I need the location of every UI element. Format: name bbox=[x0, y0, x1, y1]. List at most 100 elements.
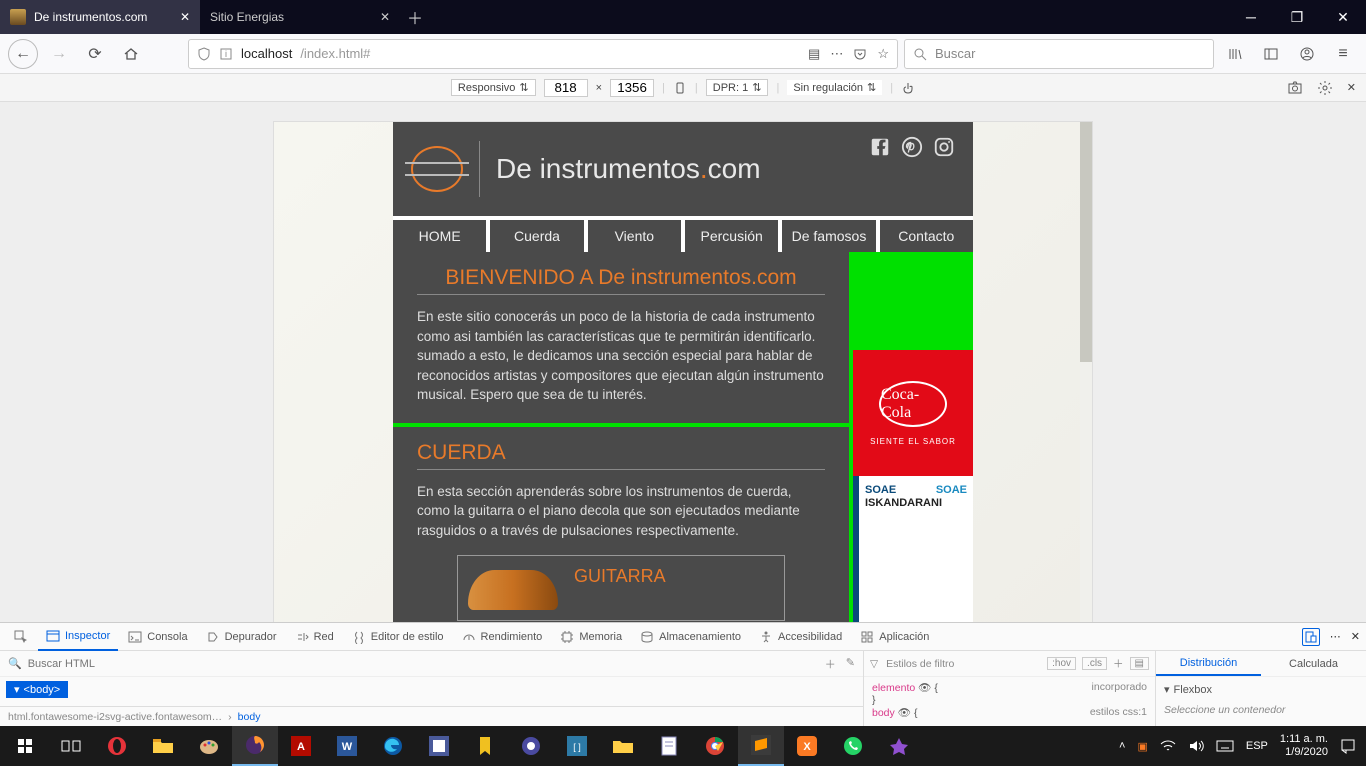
tab-application[interactable]: Aplicación bbox=[852, 623, 937, 651]
tab-network[interactable]: Red bbox=[287, 623, 342, 651]
sidebar-icon[interactable] bbox=[1256, 39, 1286, 69]
close-tab-icon[interactable]: ✕ bbox=[380, 10, 390, 24]
nav-viento[interactable]: Viento bbox=[588, 220, 681, 252]
tray-keyboard-icon[interactable] bbox=[1216, 740, 1234, 752]
nav-home[interactable]: HOME bbox=[393, 220, 486, 252]
app-generic-icon[interactable] bbox=[416, 726, 462, 766]
print-media-icon[interactable]: ▤ bbox=[1130, 657, 1149, 670]
pinterest-icon[interactable] bbox=[901, 136, 923, 158]
responsive-mode-icon[interactable] bbox=[1302, 628, 1320, 646]
tray-xampp-icon[interactable]: ▣ bbox=[1137, 740, 1147, 753]
start-button[interactable] bbox=[2, 726, 48, 766]
new-tab-button[interactable]: ＋ bbox=[400, 0, 430, 34]
selected-node[interactable]: ▾ <body> bbox=[6, 681, 68, 698]
app-word-icon[interactable]: W bbox=[324, 726, 370, 766]
home-button[interactable] bbox=[116, 39, 146, 69]
dom-search-input[interactable] bbox=[28, 658, 819, 670]
search-bar[interactable]: Buscar bbox=[904, 39, 1214, 69]
tab-console[interactable]: Consola bbox=[120, 623, 195, 651]
app-acrobat-icon[interactable]: A bbox=[278, 726, 324, 766]
viewport-width-input[interactable] bbox=[544, 79, 588, 97]
reader-icon[interactable]: ▤ bbox=[808, 46, 820, 62]
close-window-button[interactable]: ✕ bbox=[1320, 0, 1366, 34]
add-icon[interactable]: ＋ bbox=[825, 656, 836, 672]
hov-toggle[interactable]: :hov bbox=[1047, 657, 1076, 670]
nav-cuerda[interactable]: Cuerda bbox=[490, 220, 583, 252]
picker-icon[interactable] bbox=[6, 623, 36, 651]
dpr-select[interactable]: DPR: 1 ⇅ bbox=[706, 79, 769, 96]
tab-debugger[interactable]: Depurador bbox=[198, 623, 285, 651]
instagram-icon[interactable] bbox=[933, 136, 955, 158]
tray-chevron-icon[interactable]: ˄ bbox=[1119, 740, 1125, 752]
tray-wifi-icon[interactable] bbox=[1160, 739, 1176, 753]
app-paint-icon[interactable] bbox=[186, 726, 232, 766]
app-explorer-icon[interactable] bbox=[140, 726, 186, 766]
styles-filter[interactable]: Estilos de filtro bbox=[886, 658, 954, 670]
meatballs-icon[interactable]: ⋯ bbox=[830, 46, 843, 62]
device-scrollbar[interactable] bbox=[1080, 122, 1092, 622]
cls-toggle[interactable]: .cls bbox=[1082, 657, 1107, 670]
minimize-button[interactable]: ─ bbox=[1228, 0, 1274, 34]
app-brackets-icon[interactable]: [ ] bbox=[554, 726, 600, 766]
tab-performance[interactable]: Rendimiento bbox=[454, 623, 551, 651]
library-icon[interactable] bbox=[1220, 39, 1250, 69]
settings-icon[interactable] bbox=[1317, 80, 1333, 96]
tab-computed[interactable]: Calculada bbox=[1261, 651, 1366, 676]
app-explorer-icon[interactable] bbox=[600, 726, 646, 766]
app-chrome-icon[interactable] bbox=[692, 726, 738, 766]
tray-clock[interactable]: 1:11 a. m. 1/9/2020 bbox=[1280, 733, 1328, 759]
ad-soae[interactable]: SOAESOAE ISKANDARANI bbox=[853, 476, 973, 622]
throttle-select[interactable]: Sin regulación ⇅ bbox=[787, 80, 882, 95]
url-bar[interactable]: i localhost/index.html# ▤ ⋯ ☆ bbox=[188, 39, 898, 69]
tab-inspector[interactable]: Inspector bbox=[38, 623, 118, 651]
meatballs-icon[interactable]: ⋯ bbox=[1330, 630, 1341, 643]
tab-style-editor[interactable]: Editor de estilo bbox=[344, 623, 452, 651]
app-sublime-icon[interactable] bbox=[738, 726, 784, 766]
ad-cocacola[interactable]: Coca-Cola SIENTE EL SABOR bbox=[853, 350, 973, 476]
app-edge-icon[interactable] bbox=[370, 726, 416, 766]
rotate-icon[interactable] bbox=[673, 81, 687, 95]
tab-accessibility[interactable]: Accesibilidad bbox=[751, 623, 850, 651]
breadcrumb[interactable]: html.fontawesome-i2svg-active.fontawesom… bbox=[0, 706, 863, 726]
app-notepad-icon[interactable] bbox=[646, 726, 692, 766]
nav-percusion[interactable]: Percusión bbox=[685, 220, 778, 252]
facebook-icon[interactable] bbox=[869, 136, 891, 158]
add-rule-icon[interactable]: ＋ bbox=[1113, 656, 1124, 671]
tab-memory[interactable]: Memoria bbox=[552, 623, 630, 651]
back-button[interactable]: ← bbox=[8, 39, 38, 69]
maximize-button[interactable]: ❐ bbox=[1274, 0, 1320, 34]
app-generic-icon[interactable] bbox=[508, 726, 554, 766]
app-generic-icon[interactable] bbox=[462, 726, 508, 766]
menu-icon[interactable]: ≡ bbox=[1328, 39, 1358, 69]
touch-icon[interactable] bbox=[901, 81, 915, 95]
tab-layout[interactable]: Distribución bbox=[1156, 651, 1261, 676]
browser-tab[interactable]: Sitio Energias ✕ bbox=[200, 0, 400, 34]
app-whatsapp-icon[interactable] bbox=[830, 726, 876, 766]
bookmark-icon[interactable]: ☆ bbox=[877, 46, 889, 62]
close-tab-icon[interactable]: ✕ bbox=[180, 10, 190, 24]
nav-contacto[interactable]: Contacto bbox=[880, 220, 973, 252]
tab-storage[interactable]: Almacenamiento bbox=[632, 623, 749, 651]
eyedropper-icon[interactable]: ✎ bbox=[846, 656, 855, 672]
device-select[interactable]: Responsivo ⇅ bbox=[451, 79, 536, 96]
app-opera-icon[interactable] bbox=[94, 726, 140, 766]
forward-button[interactable]: → bbox=[44, 39, 74, 69]
tray-lang[interactable]: ESP bbox=[1246, 740, 1268, 752]
flexbox-section[interactable]: ▾ Flexbox bbox=[1164, 683, 1358, 696]
pocket-icon[interactable] bbox=[853, 47, 867, 61]
task-view-icon[interactable] bbox=[48, 726, 94, 766]
reload-button[interactable]: ⟳ bbox=[80, 39, 110, 69]
page-content: De instrumentos.com HOME Cuerda Viento P… bbox=[393, 122, 973, 622]
tray-volume-icon[interactable] bbox=[1188, 739, 1204, 753]
nav-famosos[interactable]: De famosos bbox=[782, 220, 875, 252]
close-rdm-icon[interactable]: ✕ bbox=[1347, 81, 1356, 94]
app-generic-icon[interactable] bbox=[876, 726, 922, 766]
browser-tab[interactable]: De instrumentos.com ✕ bbox=[0, 0, 200, 34]
tray-notifications-icon[interactable] bbox=[1340, 738, 1356, 754]
app-xampp-icon[interactable]: X bbox=[784, 726, 830, 766]
app-firefox-icon[interactable] bbox=[232, 726, 278, 766]
screenshot-icon[interactable] bbox=[1287, 80, 1303, 96]
viewport-height-input[interactable] bbox=[610, 79, 654, 97]
account-icon[interactable] bbox=[1292, 39, 1322, 69]
close-devtools-icon[interactable]: ✕ bbox=[1351, 630, 1360, 643]
